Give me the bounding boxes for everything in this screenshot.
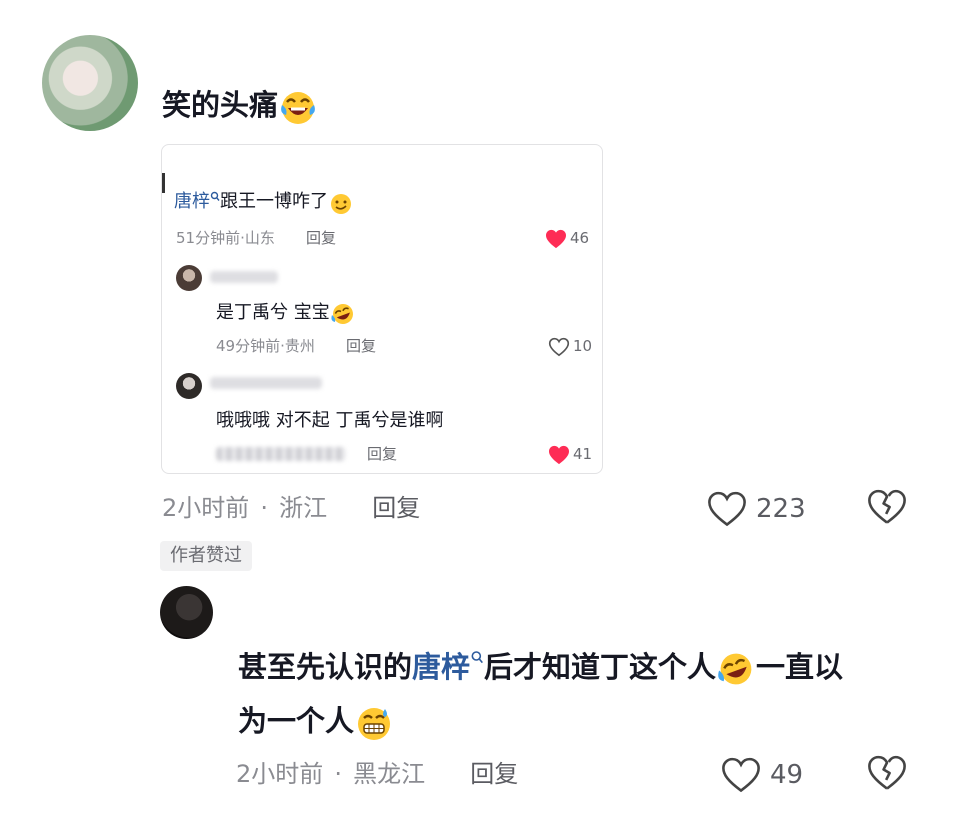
reply1-time: 49分钟前 xyxy=(216,337,281,355)
comment1-like[interactable]: 223 xyxy=(706,488,806,529)
comment1-reply-button[interactable]: 回复 xyxy=(372,494,420,522)
grimace-sweat-emoji-icon xyxy=(354,703,394,743)
comment2-text-line1: 甚至先认识的唐梓 后才知道丁这个人 一直以 xyxy=(238,646,938,689)
reply1-like[interactable]: 10 xyxy=(548,335,592,357)
reply1-reply-button[interactable]: 回复 xyxy=(346,337,376,355)
smirk-emoji-icon xyxy=(328,190,354,216)
heart-filled-icon xyxy=(548,445,570,465)
reply-avatar[interactable] xyxy=(176,265,202,291)
comment2-text-after: 后才知道丁这个人 xyxy=(484,650,717,684)
meta-separator: · xyxy=(260,494,269,522)
author-liked-badge: 作者赞过 xyxy=(160,541,252,571)
reply2-reply-button[interactable]: 回复 xyxy=(367,445,397,463)
dislike-broken-heart-icon[interactable] xyxy=(866,754,908,792)
dislike-broken-heart-icon[interactable] xyxy=(866,488,908,526)
reply2-text-row: 哦哦哦 对不起 丁禹兮是谁啊 xyxy=(216,408,443,434)
quoted-top-text: 跟王一博咋了 xyxy=(220,191,328,212)
blurred-meta xyxy=(216,447,346,461)
comment2-reply-button[interactable]: 回复 xyxy=(470,760,518,788)
reply1-like-count: 10 xyxy=(573,337,593,355)
reply1-location: 贵州 xyxy=(284,337,315,355)
blurred-username xyxy=(210,377,322,389)
commenter-avatar[interactable] xyxy=(160,586,213,639)
rofl-emoji-icon xyxy=(330,301,356,327)
quoted-top-location: 山东 xyxy=(244,229,275,247)
meta-separator: · xyxy=(334,760,343,788)
reply1-text-row: 是丁禹兮 宝宝 xyxy=(216,300,356,327)
search-icon xyxy=(470,650,484,666)
quoted-top-time: 51分钟前 xyxy=(176,229,241,247)
comment1-location: 浙江 xyxy=(279,494,328,522)
quoted-author-name[interactable]: 唐梓 xyxy=(174,191,210,212)
reply2-text: 哦哦哦 对不起 丁禹兮是谁啊 xyxy=(216,410,444,431)
comment2-line2: 为一个人 xyxy=(238,704,355,738)
comment1-time: 2小时前 xyxy=(162,494,250,522)
reply-avatar[interactable] xyxy=(176,373,202,399)
quoted-top-row: 唐梓 跟王一博咋了 xyxy=(174,189,354,216)
quoted-comment-card[interactable]: 唐梓 跟王一博咋了 51分钟前·山东 回复 46 是丁禹兮 宝宝 49分钟前·贵… xyxy=(161,144,603,474)
comment1-like-count: 223 xyxy=(756,493,806,524)
quoted-top-meta: 51分钟前·山东 回复 xyxy=(176,227,336,249)
comment2-time: 2小时前 xyxy=(236,760,324,788)
reply2-like[interactable]: 41 xyxy=(548,443,592,465)
laughing-tears-emoji-icon xyxy=(278,87,318,127)
comment2-location: 黑龙江 xyxy=(353,760,426,788)
heart-outline-icon xyxy=(706,490,748,528)
comment2-text-line2: 为一个人 xyxy=(238,700,394,743)
quoted-top-like[interactable]: 46 xyxy=(545,227,589,249)
reply1-meta: 49分钟前·贵州 回复 xyxy=(216,335,376,357)
comment1-meta: 2小时前 · 浙江 回复 xyxy=(162,492,420,527)
reply1-text: 是丁禹兮 宝宝 xyxy=(216,302,330,323)
reply2-like-count: 41 xyxy=(573,445,593,463)
comment2-meta: 2小时前 · 黑龙江 回复 xyxy=(236,758,518,793)
comment-text-row: 笑的头痛 xyxy=(162,85,318,127)
search-icon xyxy=(210,191,220,203)
rofl-emoji-icon xyxy=(716,649,756,689)
comment2-like-count: 49 xyxy=(770,759,804,790)
quoted-top-reply-button[interactable]: 回复 xyxy=(306,229,336,247)
comment2-mention[interactable]: 唐梓 xyxy=(412,650,470,684)
commenter-avatar[interactable] xyxy=(42,35,138,131)
left-edge-mark xyxy=(162,173,165,193)
heart-filled-icon xyxy=(545,229,567,249)
heart-outline-icon xyxy=(720,756,762,794)
comment-text: 笑的头痛 xyxy=(162,88,279,122)
quoted-top-like-count: 46 xyxy=(570,229,590,247)
reply2-meta: 回复 xyxy=(367,443,397,465)
comment2-text-before: 甚至先认识的 xyxy=(238,650,413,684)
comment2-like[interactable]: 49 xyxy=(720,754,803,795)
blurred-username xyxy=(210,271,278,283)
comment2-text-tail: 一直以 xyxy=(756,650,844,684)
heart-outline-icon xyxy=(548,337,570,357)
